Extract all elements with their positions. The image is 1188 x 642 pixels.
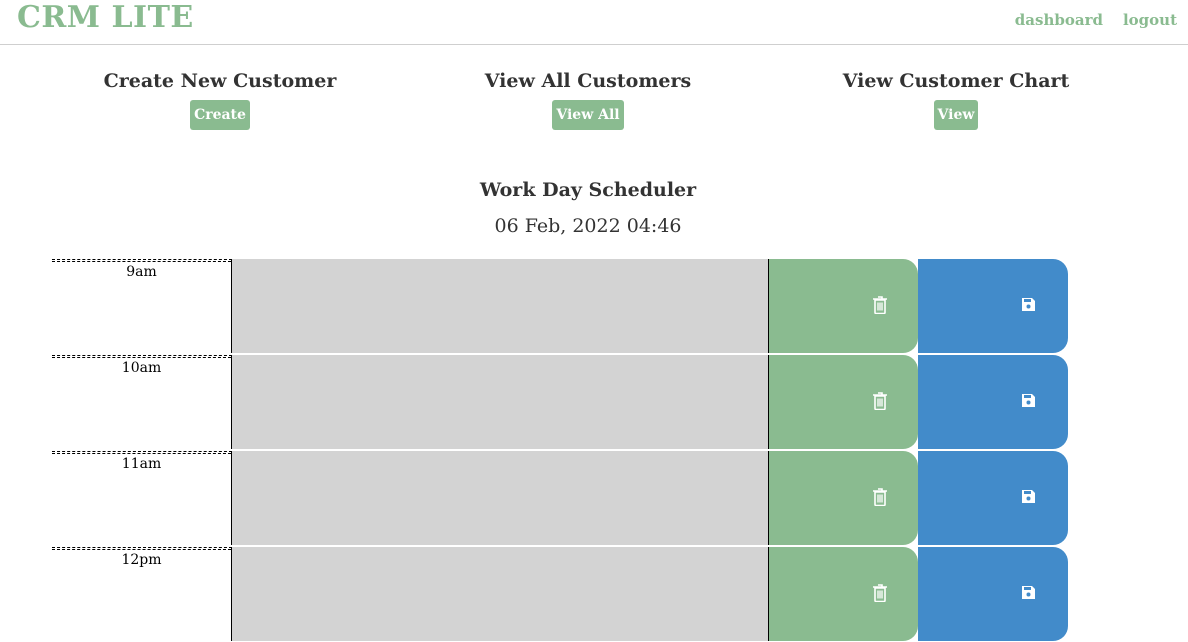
save-button[interactable] [918,451,1068,545]
nav-links: dashboard logout [1015,11,1177,29]
time-block-row: 11am [52,450,1068,546]
navbar: CRM LITE dashboard logout [0,0,1188,45]
delete-button[interactable] [768,355,918,449]
trash-icon [873,584,887,602]
delete-button[interactable] [768,259,918,353]
create-button[interactable]: Create [190,100,250,130]
view-all-title: View All Customers [484,70,692,92]
trash-icon [873,488,887,506]
scheduler-title: Work Day Scheduler [479,179,697,201]
save-icon [1022,490,1035,503]
time-block-row: 9am [52,258,1068,354]
create-customer-section: Create New Customer Create [60,68,380,130]
event-description-input[interactable] [232,355,768,449]
time-block-row: 10am [52,354,1068,450]
delete-button[interactable] [768,547,918,641]
time-block-list: 9am 10am 11am 12pm [52,258,1068,642]
view-all-button[interactable]: View All [552,100,624,130]
save-button[interactable] [918,547,1068,641]
event-description-input[interactable] [232,259,768,353]
view-chart-section: View Customer Chart View [796,68,1116,130]
save-button[interactable] [918,355,1068,449]
nav-link-logout[interactable]: logout [1123,11,1177,29]
event-description-input[interactable] [232,547,768,641]
hour-label: 10am [52,355,232,449]
time-block-row: 12pm [52,546,1068,642]
trash-icon [873,392,887,410]
event-description-input[interactable] [232,451,768,545]
view-chart-button[interactable]: View [933,100,979,130]
save-icon [1022,298,1035,311]
view-chart-title: View Customer Chart [842,70,1070,92]
hour-label: 11am [52,451,232,545]
customer-actions: Create New Customer Create View All Cust… [0,68,1188,138]
delete-button[interactable] [768,451,918,545]
view-all-section: View All Customers View All [428,68,748,130]
current-date: 06 Feb, 2022 04:46 [494,215,682,237]
hour-label: 9am [52,259,232,353]
save-icon [1022,394,1035,407]
nav-link-dashboard[interactable]: dashboard [1015,11,1103,29]
save-icon [1022,586,1035,599]
save-button[interactable] [918,259,1068,353]
hour-label: 12pm [52,547,232,641]
create-customer-title: Create New Customer [103,70,337,92]
brand-logo[interactable]: CRM LITE [17,0,194,35]
trash-icon [873,296,887,314]
